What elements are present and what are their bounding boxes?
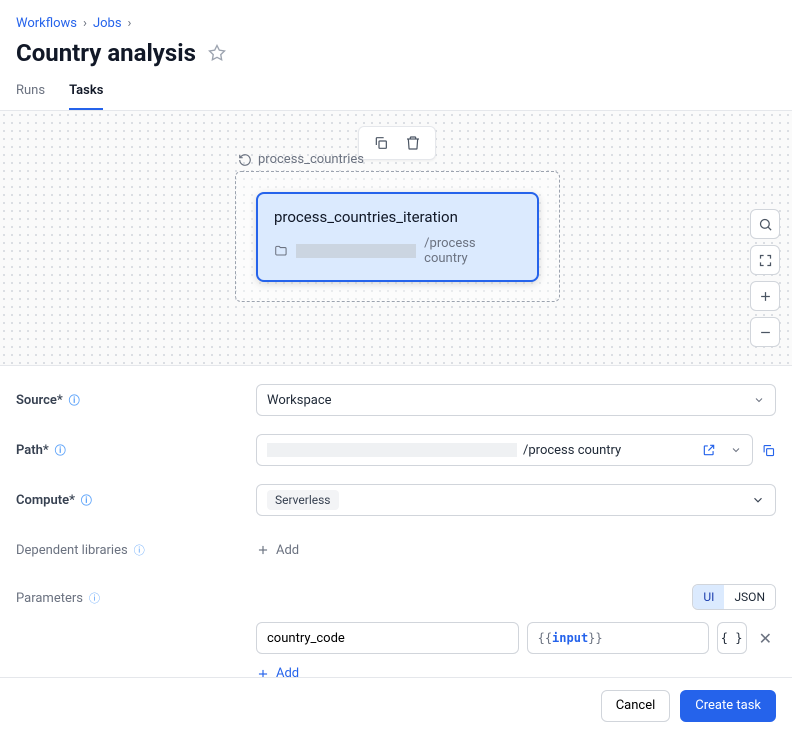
toggle-ui[interactable]: UI (693, 585, 724, 609)
create-task-button[interactable]: Create task (680, 690, 776, 722)
chevron-down-icon[interactable] (730, 444, 742, 456)
footer: Cancel Create task (0, 677, 792, 733)
task-path: /process country (274, 236, 521, 266)
info-icon[interactable]: ⓘ (69, 392, 80, 408)
label-compute: Compute* ⓘ (16, 492, 256, 508)
star-icon[interactable] (208, 44, 226, 62)
zoom-in-icon[interactable] (750, 281, 780, 311)
chevron-down-icon (753, 394, 765, 406)
breadcrumb: Workflows › Jobs › (16, 16, 776, 31)
braces-button[interactable]: { } (717, 622, 747, 654)
parameter-row: {{input}} { } ✕ (256, 622, 776, 654)
task-name: process_countries_iteration (274, 208, 521, 226)
folder-icon (274, 244, 288, 258)
refresh-icon (238, 153, 252, 167)
loop-label: process_countries (238, 152, 364, 167)
label-dependent-libraries: Dependent libraries ⓘ (16, 542, 256, 558)
label-parameters: Parameters ⓘ (16, 584, 256, 606)
plus-icon (256, 543, 270, 557)
header: Workflows › Jobs › Country analysis (0, 0, 792, 67)
task-path-suffix: /process country (424, 236, 521, 266)
tab-runs[interactable]: Runs (16, 83, 45, 110)
compute-select[interactable]: Serverless (256, 484, 776, 516)
task-canvas: process_countries process_countries_iter… (0, 111, 792, 366)
fullscreen-icon[interactable] (750, 245, 780, 275)
external-link-icon[interactable] (702, 443, 716, 457)
remove-parameter-icon[interactable]: ✕ (755, 629, 776, 648)
tab-tasks[interactable]: Tasks (69, 83, 103, 110)
canvas-controls (750, 209, 780, 347)
task-card[interactable]: process_countries_iteration /process cou… (256, 192, 539, 282)
loop-container[interactable]: process_countries process_countries_iter… (235, 171, 560, 302)
cancel-button[interactable]: Cancel (601, 690, 671, 722)
source-select[interactable]: Workspace (256, 384, 776, 416)
source-value: Workspace (267, 393, 332, 408)
row-parameters: Parameters ⓘ UI JSON {{input}} { } ✕ (16, 584, 776, 681)
copy-icon[interactable] (373, 135, 389, 151)
add-library-button[interactable]: Add (256, 543, 299, 558)
loop-name: process_countries (258, 152, 364, 167)
info-icon[interactable]: ⓘ (55, 442, 66, 458)
info-icon[interactable]: ⓘ (89, 590, 100, 606)
search-icon[interactable] (750, 209, 780, 239)
info-icon[interactable]: ⓘ (134, 542, 145, 558)
info-icon[interactable]: ⓘ (81, 492, 92, 508)
chevron-down-icon (751, 493, 765, 507)
copy-path-icon[interactable] (761, 443, 776, 458)
compute-value: Serverless (267, 490, 339, 510)
redacted-path (267, 443, 517, 457)
title-row: Country analysis (16, 39, 776, 67)
breadcrumb-jobs[interactable]: Jobs (93, 16, 122, 31)
page-title: Country analysis (16, 39, 196, 67)
chevron-right-icon: › (128, 16, 132, 31)
path-suffix: /process country (523, 443, 621, 458)
canvas-toolbar (358, 126, 436, 160)
row-compute: Compute* ⓘ Serverless (16, 484, 776, 516)
trash-icon[interactable] (405, 135, 421, 151)
parameters-toggle: UI JSON (692, 584, 776, 610)
chevron-right-icon: › (83, 16, 87, 31)
row-path: Path* ⓘ /process country (16, 434, 776, 466)
breadcrumb-workflows[interactable]: Workflows (16, 16, 77, 31)
parameter-value-input[interactable]: {{input}} (527, 622, 709, 654)
label-path: Path* ⓘ (16, 442, 256, 458)
row-dependent-libraries: Dependent libraries ⓘ Add (16, 534, 776, 566)
zoom-out-icon[interactable] (750, 317, 780, 347)
path-input[interactable]: /process country (256, 434, 753, 466)
redacted-path (296, 244, 416, 258)
toggle-json[interactable]: JSON (724, 585, 775, 609)
label-source: Source* ⓘ (16, 392, 256, 408)
row-source: Source* ⓘ Workspace (16, 384, 776, 416)
parameter-key-input[interactable] (256, 622, 519, 654)
tabs: Runs Tasks (0, 67, 792, 111)
